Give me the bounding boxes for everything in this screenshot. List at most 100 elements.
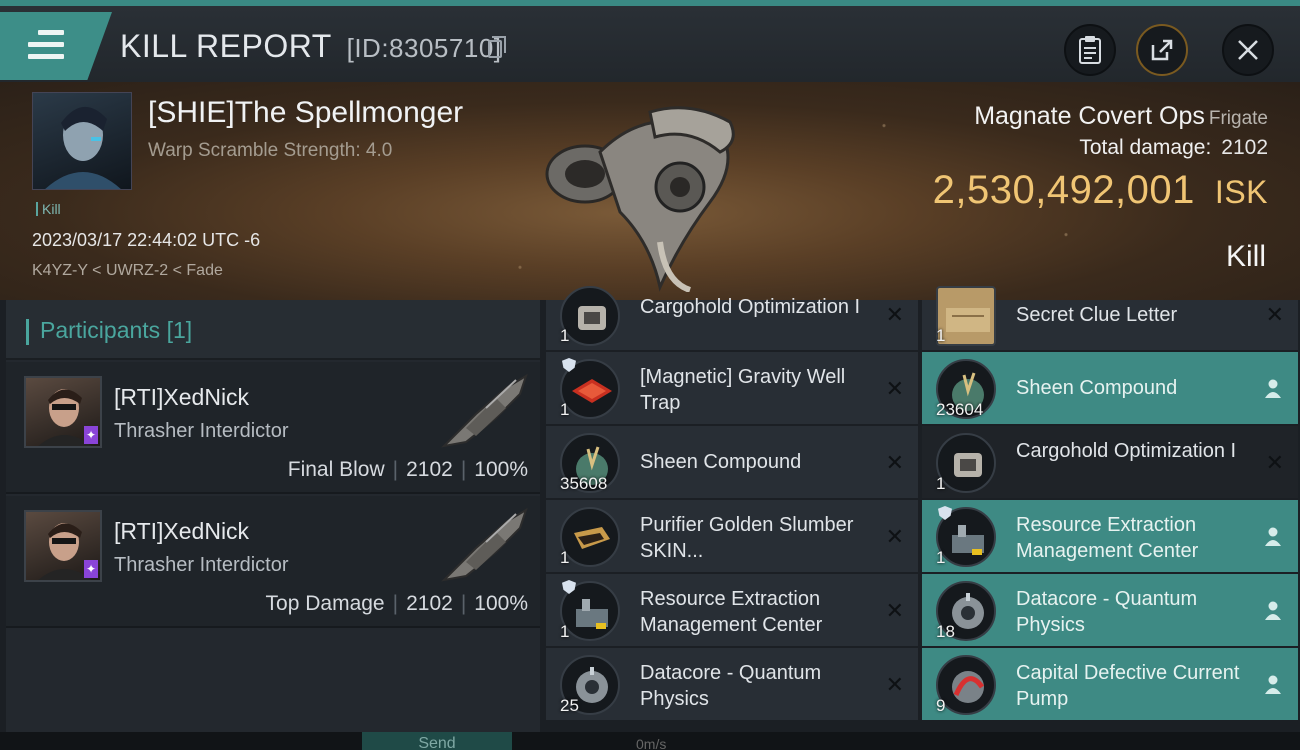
share-button[interactable] (1136, 24, 1188, 76)
participant-row[interactable]: ✦ [RTI]XedNick Thrasher Interdictor Top … (6, 496, 540, 628)
total-damage-value: 2102 (1221, 136, 1268, 159)
item-name: Secret Clue Letter (1016, 304, 1178, 326)
item-name: Sheen Compound (640, 451, 802, 473)
participant-stats: Final Blow | 2102 | 100% (287, 458, 528, 481)
item-quantity: 1 (936, 548, 946, 567)
item-name: Resource Extraction Management Center (640, 588, 823, 636)
share-icon (1151, 39, 1173, 61)
title-text: KILL REPORT (120, 28, 332, 64)
corp-badge-icon: ✦ (84, 426, 98, 444)
speed-readout: 0m/s (636, 736, 667, 750)
person-icon (1265, 527, 1281, 546)
item-row[interactable]: 1 Resource Extraction Management Center … (546, 574, 918, 646)
item-row[interactable]: 1 Cargohold Optimization I ✕ (922, 426, 1298, 498)
item-row[interactable]: 23604 Sheen Compound (922, 352, 1298, 424)
destroyed-x-icon: ✕ (885, 598, 904, 623)
item-quantity: 1 (560, 400, 570, 419)
copy-icon[interactable] (488, 36, 506, 58)
isk-value: 2,530,492,001 ISK (933, 168, 1268, 213)
participant-percent: 100% (474, 592, 528, 615)
participant-damage: 2102 (406, 592, 453, 615)
participant-percent: 100% (474, 458, 528, 481)
kill-route: K4YZ-Y < UWRZ-2 < Fade (32, 262, 223, 279)
close-button[interactable] (1222, 24, 1274, 76)
item-row[interactable]: 18 Datacore - Quantum Physics (922, 574, 1298, 646)
title-bar: KILL REPORT [ID:8305710] (0, 0, 1300, 82)
participant-ship-icon (441, 507, 528, 582)
person-icon (1265, 675, 1281, 694)
participants-label: Participants (40, 317, 161, 343)
item-name: Resource Extraction Management Center (1016, 514, 1199, 562)
clipboard-button[interactable] (1064, 24, 1116, 76)
item-row[interactable]: 35608 Sheen Compound ✕ (546, 426, 918, 498)
item-row[interactable]: 1 Secret Clue Letter ✕ (922, 286, 1298, 350)
destroyed-x-icon: ✕ (885, 302, 904, 327)
isk-unit: ISK (1214, 174, 1268, 210)
victim-ship-image (545, 106, 735, 292)
item-row[interactable]: 9 Capital Defective Current Pump (922, 648, 1298, 720)
close-icon (1238, 40, 1258, 60)
item-name: Cargohold Optimization I (1016, 440, 1237, 462)
item-row[interactable]: 25 Datacore - Quantum Physics ✕ (546, 648, 918, 720)
kill-timestamp: 2023/03/17 22:44:02 UTC -6 (32, 230, 261, 250)
victim-ship-name: Magnate Covert Ops (974, 102, 1205, 130)
victim-ship-class: Frigate (1208, 108, 1268, 129)
item-name: Datacore - Quantum Physics (640, 662, 822, 710)
participants-count: [1] (166, 317, 193, 343)
result-label: Kill (1225, 240, 1266, 273)
page-title: KILL REPORT [ID:8305710] (120, 28, 502, 65)
participant-role: Final Blow (287, 458, 385, 481)
destroyed-x-icon: ✕ (885, 672, 904, 697)
item-quantity: 23604 (936, 400, 984, 419)
item-row[interactable]: 1 Cargohold Optimization I ✕ (546, 286, 918, 350)
menu-button[interactable] (0, 12, 112, 80)
victim-name[interactable]: [SHIE]The Spellmonger (148, 96, 463, 130)
item-quantity: 25 (560, 696, 579, 715)
total-damage-label: Total damage: (1079, 136, 1212, 159)
item-row[interactable]: 1 Resource Extraction Management Center (922, 500, 1298, 572)
person-icon (1265, 379, 1281, 398)
item-name: Datacore - Quantum Physics (1016, 588, 1198, 636)
victim-ship[interactable]: Magnate Covert Ops Frigate (974, 102, 1268, 131)
avatar: ✦ (24, 510, 102, 582)
participant-name: [RTI]XedNick (114, 518, 250, 544)
participants-header[interactable]: Participants [1] (6, 300, 540, 360)
participant-ship-icon (441, 373, 528, 448)
participant-damage: 2102 (406, 458, 453, 481)
victim-portrait[interactable] (32, 92, 132, 190)
destroyed-x-icon: ✕ (885, 450, 904, 475)
clipboard-icon (1079, 36, 1101, 64)
participant-ship: Thrasher Interdictor (114, 554, 289, 576)
corp-badge-icon: ✦ (84, 560, 98, 578)
item-quantity: 1 (560, 622, 570, 641)
item-row[interactable]: 1 Purifier Golden Slumber SKIN... ✕ (546, 500, 918, 572)
destroyed-x-icon: ✕ (885, 376, 904, 401)
item-quantity: 1 (560, 548, 570, 567)
kill-id: [ID:8305710] (346, 33, 502, 63)
participant-stats: Top Damage | 2102 | 100% (265, 592, 528, 615)
person-icon (1265, 601, 1281, 620)
item-quantity: 35608 (560, 474, 608, 493)
destroyed-x-icon: ✕ (885, 524, 904, 549)
item-row[interactable]: 1 [Magnetic] Gravity Well Trap ✕ (546, 352, 918, 424)
item-name: Capital Defective Current Pump (1016, 662, 1240, 710)
item-name: Cargohold Optimization I (640, 296, 861, 318)
item-quantity: 1 (936, 474, 946, 493)
item-quantity: 1 (936, 326, 946, 345)
item-name: [Magnetic] Gravity Well Trap (640, 366, 846, 414)
destroyed-x-icon: ✕ (1265, 450, 1284, 475)
total-damage: Total damage: 2102 (1079, 136, 1268, 160)
participant-row[interactable]: ✦ [RTI]XedNick Thrasher Interdictor Fina… (6, 362, 540, 494)
menu-icon (28, 30, 64, 66)
kill-tag: Kill (36, 202, 61, 216)
isk-amount: 2,530,492,001 (932, 168, 1195, 212)
item-name: Sheen Compound (1016, 377, 1178, 399)
bottom-hud: Send 0m/s (0, 732, 1300, 750)
item-quantity: 18 (936, 622, 955, 641)
warp-scramble-strength: Warp Scramble Strength: 4.0 (148, 140, 393, 161)
send-button[interactable]: Send (362, 732, 512, 750)
destroyed-x-icon: ✕ (1265, 302, 1284, 327)
participant-ship: Thrasher Interdictor (114, 420, 289, 442)
victim-banner: [SHIE]The Spellmonger Warp Scramble Stre… (0, 82, 1300, 300)
participants-panel: Participants [1] ✦ [RTI]XedNick Thrasher… (6, 300, 540, 732)
